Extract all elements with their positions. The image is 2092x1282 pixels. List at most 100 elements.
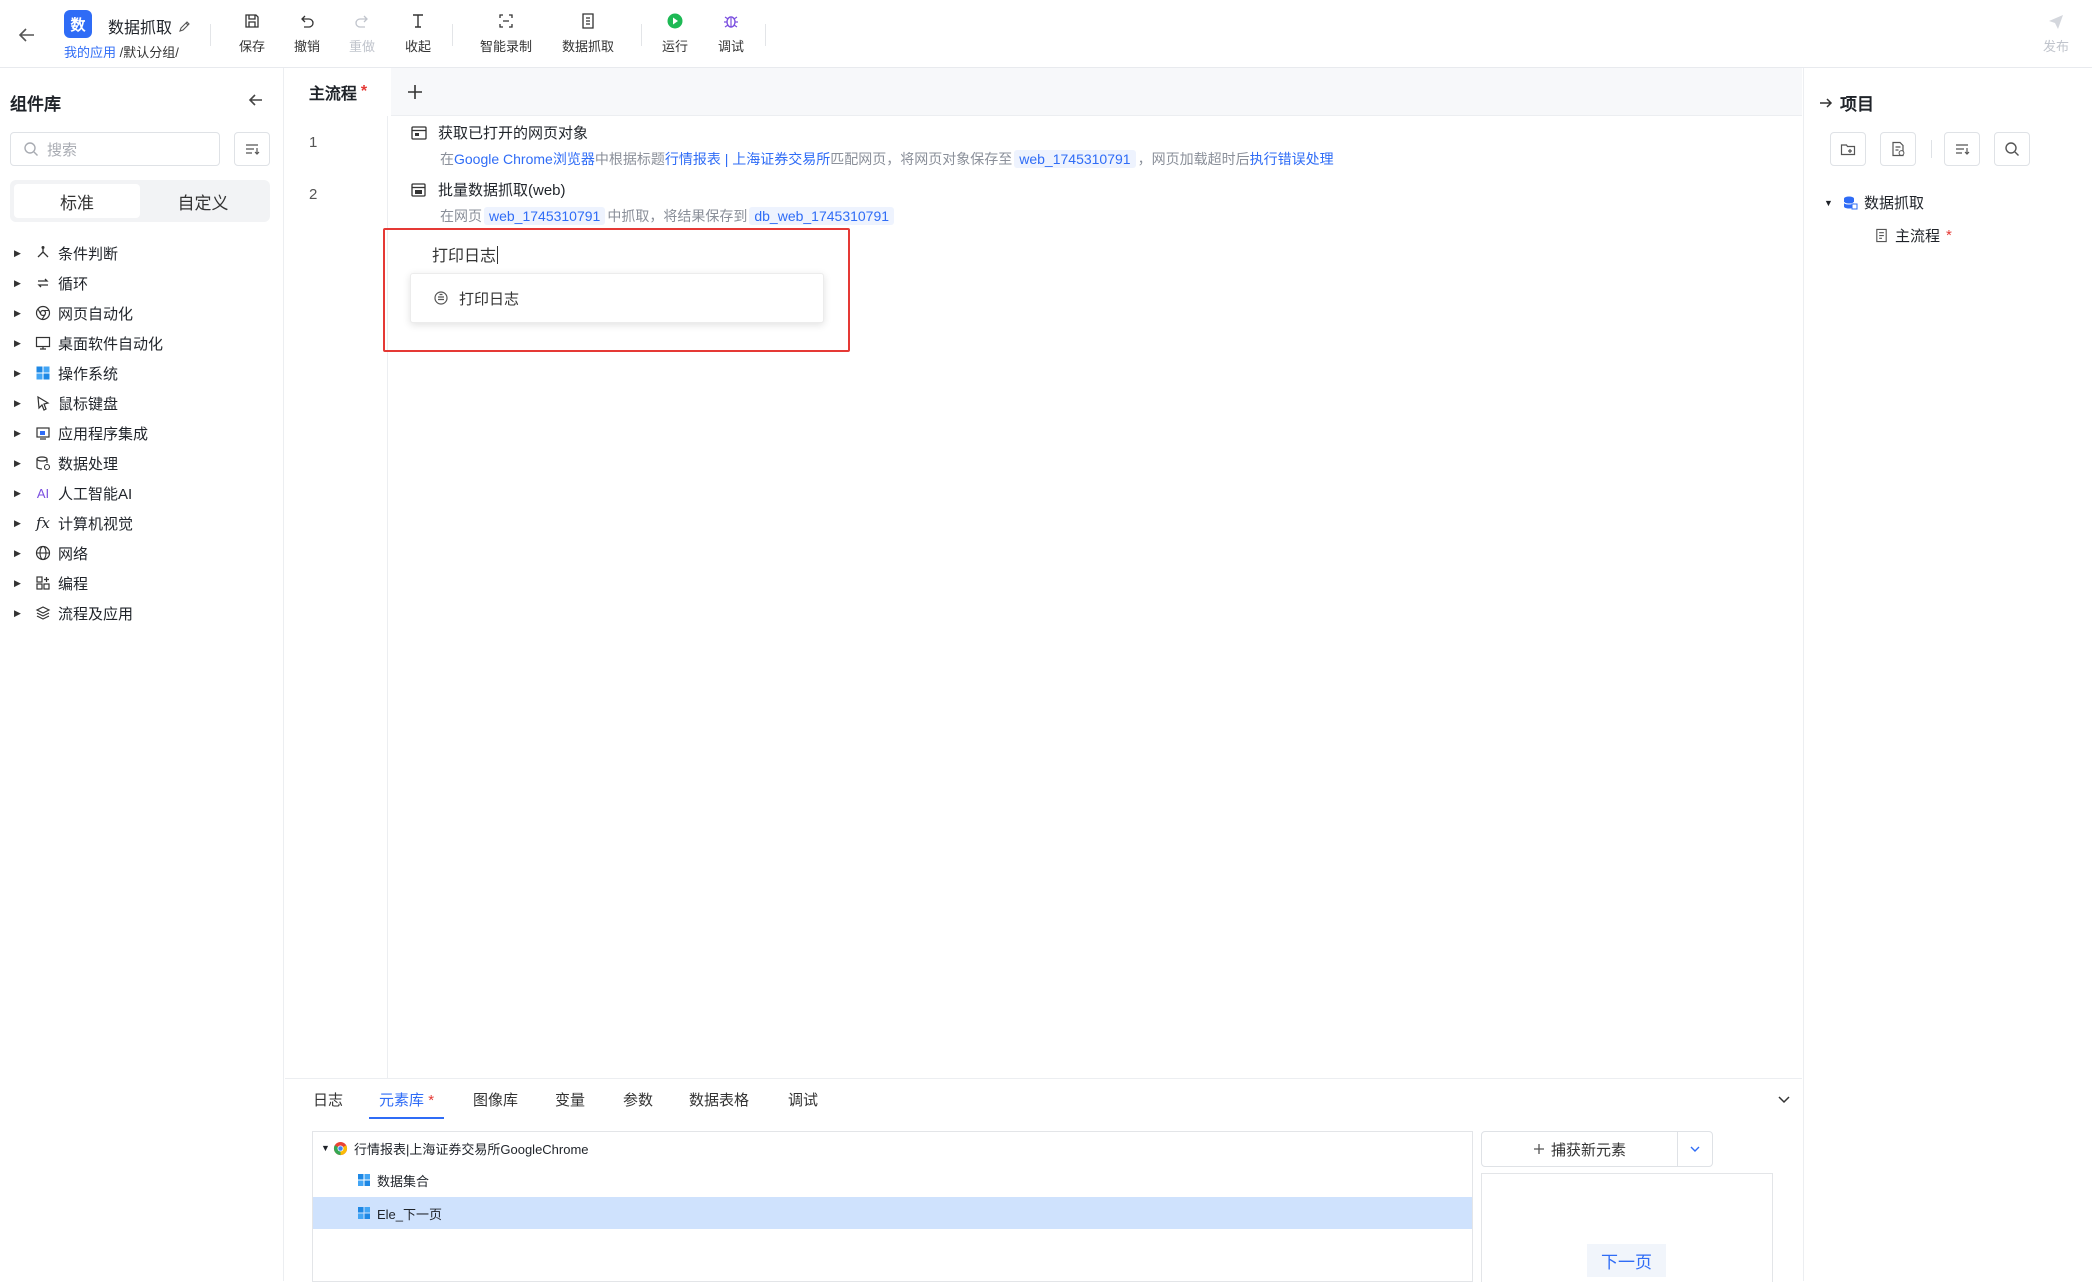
capture-new-element-button[interactable]: 捕获新元素 xyxy=(1481,1131,1713,1167)
expand-triangle-icon[interactable]: ▶ xyxy=(14,338,24,349)
smart-record-button[interactable]: 智能录制 xyxy=(480,12,532,55)
suggestion-print-log[interactable]: 打印日志 xyxy=(410,273,824,323)
variable-chip[interactable]: db_web_1745310791 xyxy=(749,207,895,225)
category-programming[interactable]: ▶ 编程 xyxy=(14,568,163,598)
expand-triangle-icon[interactable]: ▶ xyxy=(14,518,24,529)
undo-button[interactable]: 撤销 xyxy=(294,12,320,55)
desc-error-handling-link[interactable]: 执行错误处理 xyxy=(1250,151,1334,167)
expand-triangle-icon[interactable]: ▶ xyxy=(14,308,24,319)
collapse-button[interactable]: 收起 xyxy=(405,12,431,55)
element-item-data-collection[interactable]: 数据集合 xyxy=(313,1164,1472,1196)
library-tab-switcher: 标准 自定义 xyxy=(10,180,270,222)
preview-next-page-label: 下一页 xyxy=(1587,1244,1666,1277)
webpage-object-icon xyxy=(411,125,427,140)
tab-parameters[interactable]: 参数 xyxy=(623,1089,653,1110)
sort-filter-button[interactable] xyxy=(234,132,270,166)
collapse-triangle-icon[interactable]: ▼ xyxy=(321,1143,333,1153)
expand-triangle-icon[interactable]: ▶ xyxy=(14,578,24,589)
cursor-icon xyxy=(34,394,52,412)
element-item-next-page[interactable]: Ele_下一页 xyxy=(313,1197,1472,1229)
component-search-input[interactable]: 搜索 xyxy=(10,132,220,166)
category-network[interactable]: ▶ 网络 xyxy=(14,538,163,568)
unsaved-mark: * xyxy=(428,1092,435,1109)
tab-log[interactable]: 日志 xyxy=(313,1089,343,1110)
print-log-icon xyxy=(434,291,448,305)
expand-triangle-icon[interactable]: ▶ xyxy=(14,398,24,409)
expand-triangle-icon[interactable]: ▶ xyxy=(14,548,24,559)
expand-triangle-icon[interactable]: ▶ xyxy=(14,488,24,499)
edit-pencil-icon[interactable] xyxy=(178,20,191,33)
windows-icon xyxy=(358,1174,370,1186)
data-doc-icon xyxy=(582,13,594,29)
breadcrumb-my-apps-link[interactable]: 我的应用 xyxy=(64,45,116,60)
step-description: 在网页 web_1745310791 中抓取，将结果保存到 db_web_174531… xyxy=(440,206,896,226)
expand-triangle-icon[interactable]: ▶ xyxy=(14,608,24,619)
category-loop[interactable]: ▶ 循环 xyxy=(14,268,163,298)
desc-title-link[interactable]: 行情报表 | 上海证券交易所 xyxy=(665,151,830,167)
app-title[interactable]: 数据抓取 xyxy=(108,14,191,38)
back-arrow-icon[interactable] xyxy=(16,24,38,46)
undo-label: 撤销 xyxy=(294,39,321,54)
tab-image-library[interactable]: 图像库 xyxy=(473,1089,518,1110)
expand-triangle-icon[interactable]: ▶ xyxy=(14,278,24,289)
project-flow-node[interactable]: 主流程 * xyxy=(1874,225,1952,246)
project-sort-button[interactable] xyxy=(1944,132,1980,166)
flow-step-batch-capture[interactable]: 批量数据抓取(web) 在网页 web_1745310791 中抓取，将结果保存到 d… xyxy=(410,179,896,226)
category-operating-system[interactable]: ▶ 操作系统 xyxy=(14,358,163,388)
tab-debug[interactable]: 调试 xyxy=(788,1089,818,1110)
collapse-triangle-icon[interactable]: ▼ xyxy=(1824,198,1836,208)
tab-variables[interactable]: 变量 xyxy=(555,1089,585,1110)
step-search-input[interactable]: 打印日志 xyxy=(432,242,499,266)
category-mouse-keyboard[interactable]: ▶ 鼠标键盘 xyxy=(14,388,163,418)
text-caret xyxy=(497,246,499,264)
flow-step-get-webpage[interactable]: 获取已打开的网页对象 在Google Chrome浏览器中根据标题行情报表 | … xyxy=(410,122,1334,169)
collapse-panel-chevron-icon[interactable] xyxy=(1776,1091,1792,1107)
globe-icon xyxy=(34,544,52,562)
category-desktop-automation[interactable]: ▶ 桌面软件自动化 xyxy=(14,328,163,358)
expand-triangle-icon[interactable]: ▶ xyxy=(14,458,24,469)
save-label: 保存 xyxy=(239,39,266,54)
project-root-node[interactable]: ▼ 数据抓取 xyxy=(1824,192,1924,213)
expand-triangle-icon[interactable]: ▶ xyxy=(14,428,24,439)
expand-triangle-icon[interactable]: ▶ xyxy=(14,368,24,379)
tab-main-flow[interactable]: 主流程 * xyxy=(285,68,391,116)
variable-chip[interactable]: web_1745310791 xyxy=(1014,150,1136,168)
category-data-processing[interactable]: ▶ 数据处理 xyxy=(14,448,163,478)
category-computer-vision[interactable]: ▶ fx 计算机视觉 xyxy=(14,508,163,538)
project-search-button[interactable] xyxy=(1994,132,2030,166)
tab-data-table[interactable]: 数据表格 xyxy=(689,1089,749,1110)
category-conditional[interactable]: ▶ 条件判断 xyxy=(14,238,163,268)
element-group-chrome[interactable]: ▼ 行情报表|上海证券交易所GoogleChrome xyxy=(313,1132,1472,1164)
capture-options-chevron-icon[interactable] xyxy=(1678,1143,1712,1155)
category-web-automation[interactable]: ▶ 网页自动化 xyxy=(14,298,163,328)
debug-button[interactable]: 调试 xyxy=(718,12,744,55)
new-flow-button[interactable] xyxy=(1880,132,1916,166)
category-ai[interactable]: ▶ AI 人工智能AI xyxy=(14,478,163,508)
save-button[interactable]: 保存 xyxy=(239,12,265,55)
flow-doc-icon xyxy=(1876,228,1887,243)
publish-button[interactable]: 发布 xyxy=(2043,12,2069,55)
collapse-label: 收起 xyxy=(405,39,432,54)
redo-button[interactable]: 重做 xyxy=(349,12,375,55)
variable-chip[interactable]: web_1745310791 xyxy=(484,207,606,225)
tab-element-library[interactable]: 元素库 * xyxy=(368,1089,445,1119)
add-tab-plus-icon[interactable] xyxy=(403,80,427,104)
new-folder-button[interactable] xyxy=(1830,132,1866,166)
element-item-label: Ele_下一页 xyxy=(377,1206,443,1222)
app-integration-icon xyxy=(34,424,52,442)
desktop-icon xyxy=(34,334,52,352)
ai-icon: AI xyxy=(36,485,50,501)
category-app-integration[interactable]: ▶ 应用程序集成 xyxy=(14,418,163,448)
collapse-left-arrow-icon[interactable] xyxy=(246,90,266,110)
undo-icon xyxy=(301,15,314,28)
category-flow-apps[interactable]: ▶ 流程及应用 xyxy=(14,598,163,628)
desc-browser-link[interactable]: Google Chrome浏览器 xyxy=(454,151,595,167)
tab-custom[interactable]: 自定义 xyxy=(140,184,266,218)
run-button[interactable]: 运行 xyxy=(662,12,688,55)
capture-new-element-main[interactable]: 捕获新元素 xyxy=(1482,1132,1678,1166)
expand-right-arrow-icon[interactable] xyxy=(1818,95,1834,111)
tab-standard[interactable]: 标准 xyxy=(14,184,140,218)
desc-text: ，网页加载超时后 xyxy=(1137,151,1250,167)
expand-triangle-icon[interactable]: ▶ xyxy=(14,248,24,259)
data-capture-button[interactable]: 数据抓取 xyxy=(562,12,614,55)
